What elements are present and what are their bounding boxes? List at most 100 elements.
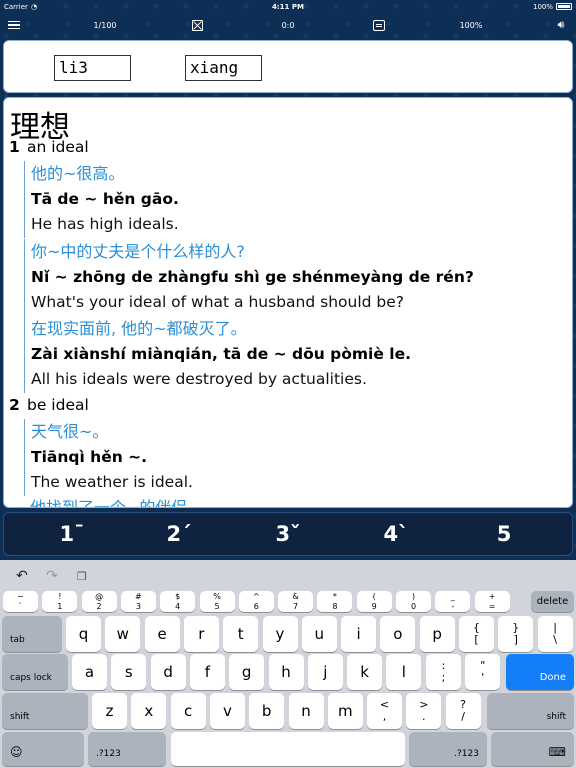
key-b[interactable]: b — [249, 693, 285, 729]
undo-icon[interactable]: ↶ — [16, 568, 28, 584]
key-label: x — [144, 702, 154, 720]
key-j[interactable]: j — [307, 654, 343, 690]
key-label: n — [301, 702, 311, 720]
numbers-key-left[interactable]: .?123 — [88, 732, 166, 766]
tone-1-button[interactable]: 1ˉ — [42, 513, 102, 555]
tone-3-button[interactable]: 3ˇ — [258, 513, 318, 555]
symbol-key[interactable]: }] — [498, 616, 534, 652]
key-u[interactable]: u — [301, 616, 337, 652]
key-bottom: ; — [441, 671, 446, 684]
emoji-key[interactable]: ☺ — [2, 732, 84, 766]
caps-lock-key[interactable]: caps lock — [2, 654, 68, 690]
note-icon[interactable] — [372, 14, 386, 36]
key-r[interactable]: r — [183, 616, 219, 652]
delete-key[interactable]: delete — [531, 591, 574, 612]
key-top: ( — [372, 591, 376, 601]
number-key[interactable]: $4 — [160, 591, 196, 612]
key-label: e — [157, 625, 167, 643]
key-y[interactable]: y — [262, 616, 298, 652]
number-key[interactable]: ~ ` — [3, 591, 38, 612]
number-key[interactable]: ^ 6 — [238, 591, 274, 612]
symbol-key[interactable]: ? / — [445, 693, 481, 729]
number-key[interactable]: (9 — [356, 591, 392, 612]
key-v[interactable]: v — [209, 693, 245, 729]
key-z[interactable]: z — [92, 693, 127, 729]
key-bottom: 5 — [214, 601, 220, 611]
symbol-key[interactable]: {[ — [459, 616, 494, 652]
symbol-key[interactable]: | \ — [537, 616, 573, 652]
shift-label: shift — [10, 712, 30, 722]
key-label: m — [337, 702, 353, 720]
number-key[interactable]: _ - — [435, 591, 471, 612]
key-q[interactable]: q — [66, 616, 101, 652]
key-n[interactable]: n — [288, 693, 324, 729]
key-top: ~ — [17, 591, 24, 601]
key-label: b — [261, 702, 272, 720]
key-top: $ — [175, 591, 181, 601]
number-key[interactable]: ! 1 — [42, 591, 78, 612]
key-bottom: 0 — [410, 601, 417, 611]
numbers-key-right[interactable]: .?123 — [409, 732, 487, 766]
done-key[interactable]: Done — [506, 654, 574, 690]
example-chinese: 他的~很高。 — [31, 164, 125, 183]
shift-right-key[interactable]: shift — [487, 693, 574, 729]
key-label: g — [241, 663, 252, 681]
syllable-input-1[interactable]: li3 — [54, 55, 131, 81]
key-label: f — [204, 663, 211, 681]
space-key[interactable] — [171, 732, 405, 766]
close-box-icon[interactable] — [191, 14, 203, 36]
number-key[interactable]: @2 — [81, 591, 117, 612]
key-m[interactable]: m — [327, 693, 363, 729]
example: 他的~很高。 Tā de ~ hěn gāo. He has high idea… — [24, 161, 564, 238]
key-o[interactable]: o — [380, 616, 416, 652]
number-key[interactable]: ) 0 — [396, 591, 431, 612]
key-h[interactable]: h — [268, 654, 304, 690]
key-label: q — [78, 625, 89, 643]
number-key[interactable]: & 7 — [278, 591, 314, 612]
tone-5-button[interactable]: 5 — [474, 513, 534, 555]
key-w[interactable]: w — [105, 616, 141, 652]
speaker-icon[interactable]: 🔊︎ — [553, 14, 569, 36]
key-t[interactable]: t — [223, 616, 259, 652]
shift-left-key[interactable]: shift — [2, 693, 88, 729]
hide-keyboard-key[interactable]: ⌨ — [491, 732, 574, 766]
key-label: z — [105, 702, 114, 720]
example-english: All his ideals were destroyed by actuali… — [31, 370, 367, 388]
number-key[interactable]: * 8 — [317, 591, 353, 612]
number-key[interactable]: + = — [474, 591, 510, 612]
key-p[interactable]: p — [419, 616, 455, 652]
tone-4-button[interactable]: 4ˋ — [366, 513, 426, 555]
syllable-input-2[interactable]: xiang — [185, 55, 262, 81]
key-f[interactable]: f — [189, 654, 225, 690]
key-k[interactable]: k — [347, 654, 383, 690]
example-pinyin: Tā de ~ hěn gāo. — [31, 189, 179, 208]
key-i[interactable]: i — [341, 616, 377, 652]
key-e[interactable]: e — [144, 616, 180, 652]
tone-2-button[interactable]: 2ˊ — [149, 513, 209, 555]
symbol-key[interactable]: " ' — [465, 654, 501, 690]
key-c[interactable]: c — [170, 693, 206, 729]
numbers-label: .?123 — [96, 749, 121, 759]
menu-icon[interactable] — [6, 14, 22, 36]
number-key[interactable]: % 5 — [199, 591, 235, 612]
key-d[interactable]: d — [150, 654, 186, 690]
key-g[interactable]: g — [229, 654, 265, 690]
paste-icon[interactable]: ❐ — [77, 570, 87, 583]
key-bottom: ' — [481, 671, 485, 684]
key-a[interactable]: a — [72, 654, 107, 690]
symbol-key[interactable]: <, — [367, 693, 402, 729]
number-key[interactable]: #3 — [120, 591, 156, 612]
key-label: v — [222, 702, 232, 720]
redo-icon[interactable]: ↷ — [46, 568, 58, 584]
key-l[interactable]: l — [386, 654, 422, 690]
key-label: y — [275, 625, 285, 643]
key-bottom: 3 — [135, 601, 141, 611]
example: 天气很~。 Tiānqì hěn ~. The weather is ideal… — [24, 419, 564, 496]
key-x[interactable]: x — [131, 693, 167, 729]
key-s[interactable]: s — [111, 654, 147, 690]
tab-key[interactable]: tab — [2, 616, 62, 652]
zoom-level[interactable]: 100% — [456, 14, 486, 36]
symbol-key[interactable]: >. — [406, 693, 442, 729]
status-bar: Carrier ◔ 4:11 PM 100% — [0, 0, 576, 13]
symbol-key[interactable]: :; — [426, 654, 461, 690]
